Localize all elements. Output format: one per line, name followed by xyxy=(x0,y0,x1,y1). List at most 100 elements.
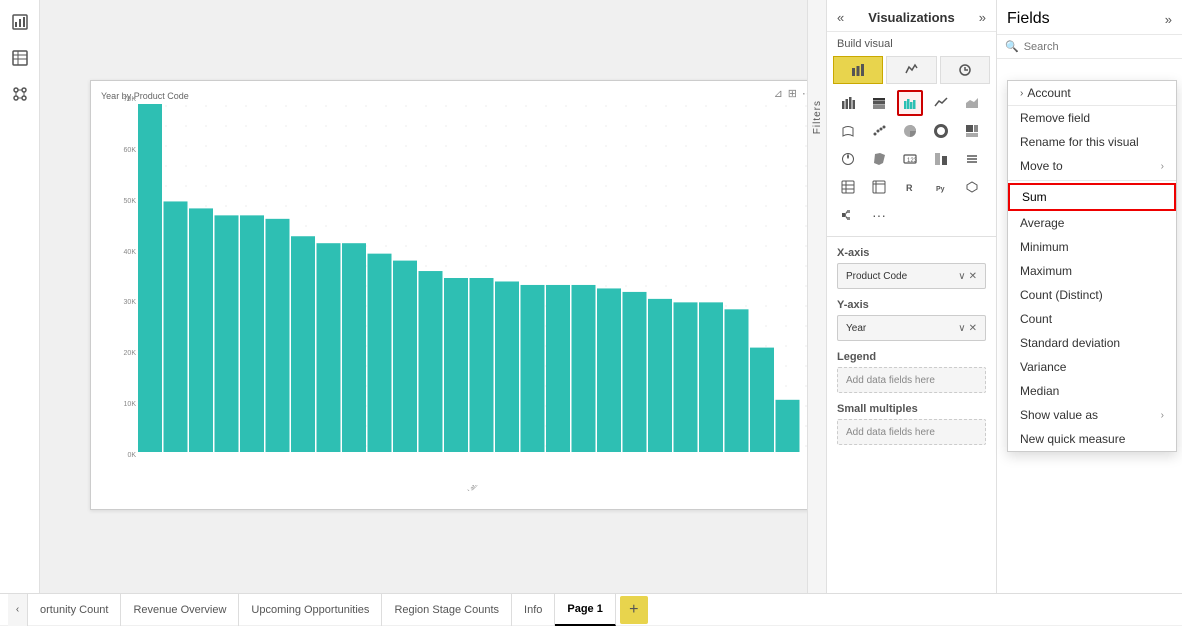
x-axis-section: X-axis Product Code ∨ ✕ xyxy=(827,241,996,293)
map-icon[interactable] xyxy=(835,146,861,172)
x-axis-label: X-axis xyxy=(837,247,986,259)
table-icon[interactable] xyxy=(835,174,861,200)
fields-panel-expand[interactable]: » xyxy=(1165,12,1172,27)
filters-panel: Filters xyxy=(807,0,827,593)
tab-opportunity-count[interactable]: ortunity Count xyxy=(28,594,121,626)
canvas-area: Year by Product Code ⊿ ⊞ ⋯ 0K 10K 20K 30… xyxy=(40,0,807,593)
decomp-tree-icon[interactable] xyxy=(835,202,861,228)
tab-prev-arrow[interactable]: ‹ xyxy=(8,594,28,626)
search-box: 🔍 xyxy=(997,35,1182,59)
search-input[interactable] xyxy=(1024,41,1174,53)
slicer-icon[interactable] xyxy=(959,146,985,172)
x-axis-chevron[interactable]: ∨ xyxy=(958,271,965,282)
tab-analytics[interactable] xyxy=(940,56,990,84)
y-label-30k: 30K xyxy=(124,299,136,306)
ellipsis-icon[interactable]: ··· xyxy=(866,202,892,228)
context-menu: › Account Remove field Rename for this v… xyxy=(1007,80,1177,452)
report-icon[interactable] xyxy=(6,8,34,36)
x-axis-field-value: Product Code xyxy=(846,271,907,282)
move-to-arrow: › xyxy=(1161,161,1164,172)
y-axis-field[interactable]: Year ∨ ✕ xyxy=(837,315,986,341)
context-menu-maximum[interactable]: Maximum xyxy=(1008,259,1176,283)
viz-panel: « Visualizations » Build visual xyxy=(827,0,997,593)
left-sidebar xyxy=(0,0,40,593)
python-icon[interactable]: Py xyxy=(928,174,954,200)
context-menu-sum[interactable]: Sum xyxy=(1008,183,1176,211)
r-visual-icon[interactable]: R xyxy=(897,174,923,200)
account-chevron[interactable]: › xyxy=(1020,88,1023,99)
kpi-icon[interactable] xyxy=(928,146,954,172)
context-menu-minimum[interactable]: Minimum xyxy=(1008,235,1176,259)
y-axis-section: Y-axis Year ∨ ✕ xyxy=(827,293,996,345)
number-card-icon[interactable]: 123 xyxy=(897,146,923,172)
viz-panel-collapse[interactable]: « xyxy=(837,10,844,25)
tab-revenue-overview[interactable]: Revenue Overview xyxy=(121,594,239,626)
tab-format[interactable] xyxy=(886,56,936,84)
y-axis-label: Y-axis xyxy=(837,299,986,311)
area-chart-icon[interactable] xyxy=(959,90,985,116)
context-menu-new-quick-measure[interactable]: New quick measure xyxy=(1008,427,1176,451)
context-menu-average[interactable]: Average xyxy=(1008,211,1176,235)
tab-upcoming-opportunities[interactable]: Upcoming Opportunities xyxy=(239,594,382,626)
y-axis-chevron[interactable]: ∨ xyxy=(958,323,965,334)
context-menu-show-value-as[interactable]: Show value as › xyxy=(1008,403,1176,427)
context-menu-remove-field[interactable]: Remove field xyxy=(1008,106,1176,130)
line-chart-icon[interactable] xyxy=(928,90,954,116)
context-menu-move-to[interactable]: Move to › xyxy=(1008,154,1176,178)
bottom-tabs: ‹ ortunity Count Revenue Overview Upcomi… xyxy=(0,593,1182,625)
filled-map-icon[interactable] xyxy=(866,146,892,172)
viz-panel-title: Visualizations xyxy=(868,10,954,25)
context-menu-stddev[interactable]: Standard deviation xyxy=(1008,331,1176,355)
treemap-icon[interactable] xyxy=(959,118,985,144)
context-menu-median[interactable]: Median xyxy=(1008,379,1176,403)
y-label-0: 0K xyxy=(127,452,136,459)
small-multiples-section: Small multiples Add data fields here xyxy=(827,397,996,449)
small-multiples-label: Small multiples xyxy=(837,403,986,415)
model-icon[interactable] xyxy=(6,80,34,108)
stacked-bar-icon[interactable] xyxy=(866,90,892,116)
svg-text:123: 123 xyxy=(907,158,917,164)
x-axis-remove[interactable]: ✕ xyxy=(969,271,977,282)
context-menu-count-distinct[interactable]: Count (Distinct) xyxy=(1008,283,1176,307)
show-value-arrow: › xyxy=(1161,410,1164,421)
chart-icons-grid: 123 R Py ··· xyxy=(827,86,996,232)
data-icon[interactable] xyxy=(6,44,34,72)
chart-container: Year by Product Code ⊿ ⊞ ⋯ 0K 10K 20K 30… xyxy=(90,80,807,510)
tab-info[interactable]: Info xyxy=(512,594,555,626)
y-label-40k: 40K xyxy=(124,249,136,256)
account-item: › Account xyxy=(1008,81,1176,106)
small-multiples-field[interactable]: Add data fields here xyxy=(837,419,986,445)
viz-panel-expand[interactable]: » xyxy=(979,10,986,25)
y-label-70k: 70K xyxy=(124,96,136,103)
filters-label: Filters xyxy=(812,100,823,134)
tab-page-1[interactable]: Page 1 xyxy=(555,594,615,626)
y-axis-remove[interactable]: ✕ xyxy=(969,323,977,334)
matrix-icon[interactable] xyxy=(866,174,892,200)
viz-divider xyxy=(827,236,996,237)
fields-panel: Fields » 🔍 › Account Remove field Rename… xyxy=(997,0,1182,593)
tab-add-button[interactable]: + xyxy=(620,596,648,624)
y-label-50k: 50K xyxy=(124,198,136,205)
clustered-bar-icon[interactable] xyxy=(897,90,923,116)
context-menu-variance[interactable]: Variance xyxy=(1008,355,1176,379)
fields-panel-title: Fields xyxy=(1007,10,1050,28)
fields-panel-header: Fields » xyxy=(997,0,1182,35)
tab-region-stage-counts[interactable]: Region Stage Counts xyxy=(382,594,512,626)
context-menu-count[interactable]: Count xyxy=(1008,307,1176,331)
scatter-icon[interactable] xyxy=(866,118,892,144)
build-visual-label: Build visual xyxy=(827,32,996,54)
tab-build[interactable] xyxy=(833,56,883,84)
context-menu-rename[interactable]: Rename for this visual xyxy=(1008,130,1176,154)
pie-icon[interactable] xyxy=(897,118,923,144)
small-multiples-placeholder: Add data fields here xyxy=(846,427,935,438)
y-label-10k: 10K xyxy=(124,401,136,408)
svg-text:Py: Py xyxy=(936,186,945,193)
ribbon-chart-icon[interactable] xyxy=(835,118,861,144)
legend-placeholder: Add data fields here xyxy=(846,375,935,386)
bar-chart-icon[interactable] xyxy=(835,90,861,116)
search-icon: 🔍 xyxy=(1005,40,1019,53)
legend-field[interactable]: Add data fields here xyxy=(837,367,986,393)
x-axis-field[interactable]: Product Code ∨ ✕ xyxy=(837,263,986,289)
donut-icon[interactable] xyxy=(928,118,954,144)
more-visuals-icon[interactable] xyxy=(959,174,985,200)
